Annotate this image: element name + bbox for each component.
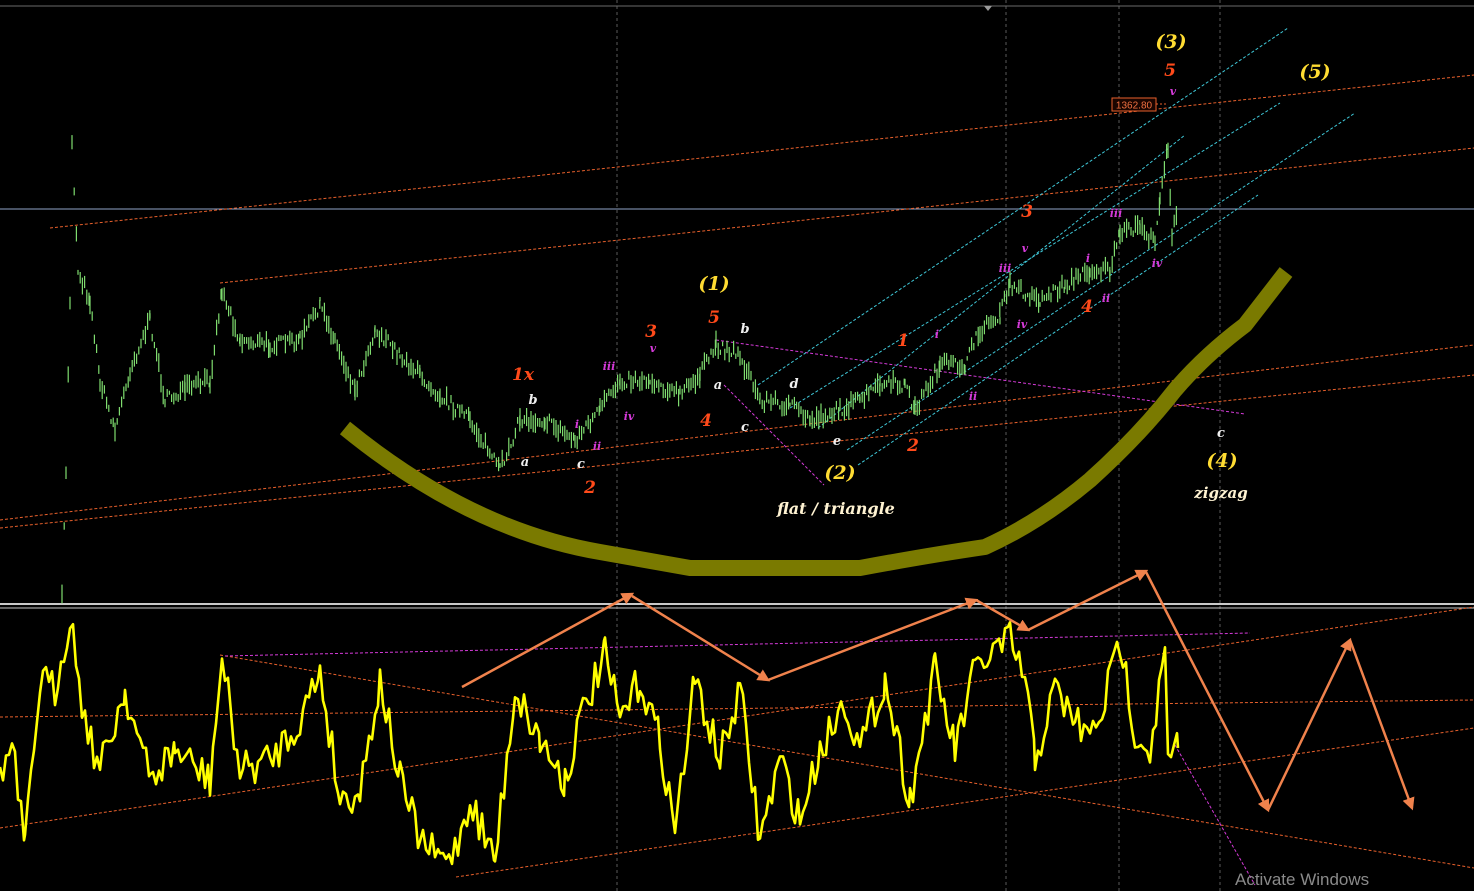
- channel-line: [857, 194, 1259, 466]
- wave-label-corrective: a: [521, 455, 529, 470]
- wave-label-corrective: a: [714, 378, 722, 393]
- annotation-zigzag: zigzag: [1193, 484, 1247, 502]
- magenta-line: [723, 384, 825, 486]
- wave-label-minor: i: [935, 328, 939, 341]
- wave-label-minor: i: [575, 418, 579, 431]
- wave-label-corrective: c: [741, 420, 749, 435]
- wave-label-minor: iii: [603, 360, 616, 373]
- wave-label-primary: (1): [698, 273, 729, 295]
- wave-label-corrective: d: [789, 377, 798, 392]
- wave-label-minor: v: [1022, 242, 1029, 255]
- projection-arrow: [1266, 637, 1352, 811]
- top-marker-icon: [984, 6, 992, 11]
- wave-label-primary: (2): [824, 462, 855, 484]
- wave-label-intermediate: 4: [1081, 297, 1093, 317]
- trend-line: [0, 606, 1474, 829]
- cup-shape: [339, 267, 1293, 576]
- wave-label-primary: (5): [1299, 61, 1330, 83]
- channel-lines: [757, 27, 1356, 466]
- wave-label-intermediate: 5: [708, 308, 720, 328]
- wave-label-intermediate: 2: [583, 478, 596, 498]
- wave-label-intermediate: 3: [1021, 202, 1033, 222]
- wave-label-minor: iv: [624, 410, 635, 423]
- wave-label-intermediate: 1x: [512, 365, 535, 385]
- projection-arrow: [1027, 569, 1149, 632]
- trend-line: [219, 147, 1474, 284]
- projection-arrow: [767, 597, 979, 682]
- wave-label-corrective: c: [577, 457, 585, 472]
- channel-line: [817, 134, 1186, 429]
- wave-label-primary: (3): [1155, 31, 1186, 53]
- magenta-lines: [224, 339, 1256, 886]
- price-tag: 1362.80: [1111, 97, 1166, 112]
- activate-windows-watermark: Activate Windows: [1235, 870, 1370, 889]
- wave-label-intermediate: 3: [645, 322, 657, 342]
- wave-label-corrective: b: [528, 393, 537, 408]
- annotations: flat / triangle zigzag: [776, 484, 1248, 518]
- price-tag-text: 1362.80: [1116, 101, 1153, 112]
- wave-label-intermediate: 2: [906, 436, 919, 456]
- trend-line: [455, 727, 1474, 878]
- wave-label-minor: i: [1086, 252, 1090, 265]
- wave-label-minor: iv: [1017, 318, 1028, 331]
- trend-line: [49, 74, 1474, 229]
- wave-label-minor: v: [1170, 85, 1177, 98]
- wave-label-corrective: e: [833, 434, 841, 449]
- wave-label-intermediate: 4: [700, 411, 712, 431]
- wave-label-corrective: c: [1217, 426, 1225, 441]
- projection-arrows: [461, 569, 1415, 813]
- projection-arrow: [631, 594, 771, 682]
- wave-label-primary: (4): [1206, 450, 1237, 472]
- wave-label-minor: ii: [969, 390, 977, 403]
- projection-arrow: [1348, 639, 1415, 811]
- chart-canvas: 1362.80 (1) (2) (3) (4) (5) 1x 2 3 4 5 1…: [0, 0, 1474, 891]
- trend-line: [219, 654, 1474, 869]
- trend-lines: [0, 74, 1474, 878]
- oscillator-line: [0, 620, 1180, 866]
- wave-label-intermediate: 1: [897, 331, 909, 351]
- wave-label-intermediate: 5: [1164, 61, 1176, 81]
- trend-line: [0, 344, 1474, 521]
- wave-label-minor: v: [650, 342, 657, 355]
- trend-line: [0, 374, 1474, 529]
- primary-labels: (1) (2) (3) (4) (5): [698, 31, 1330, 484]
- wave-label-minor: iii: [999, 262, 1012, 275]
- wave-label-minor: ii: [1102, 292, 1110, 305]
- wave-label-corrective: b: [740, 322, 749, 337]
- magenta-line: [224, 632, 1251, 657]
- wave-label-minor: iii: [1110, 207, 1123, 220]
- annotation-flat-triangle: flat / triangle: [776, 499, 895, 518]
- oscillator-series: [0, 620, 1180, 866]
- wave-label-minor: iv: [1152, 257, 1163, 270]
- wave-label-minor: ii: [593, 440, 601, 453]
